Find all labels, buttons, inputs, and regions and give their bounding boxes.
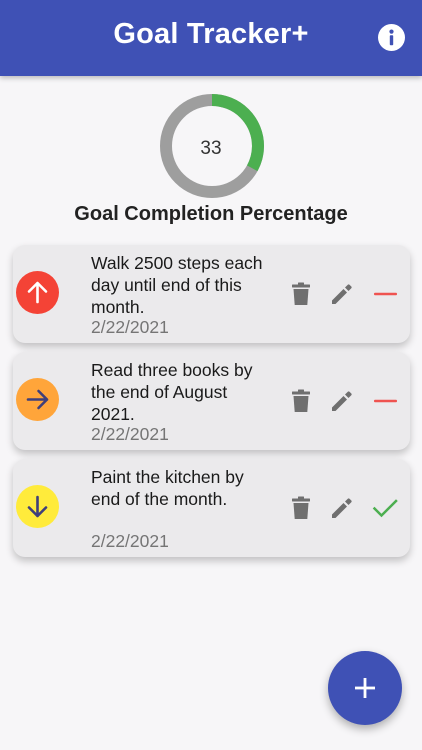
goal-date: 2/22/2021 bbox=[91, 317, 169, 337]
status-toggle[interactable] bbox=[372, 281, 398, 307]
trash-icon bbox=[292, 389, 310, 412]
priority-low-badge bbox=[16, 485, 59, 528]
goal-card[interactable]: Read three books by the end of August 20… bbox=[13, 352, 410, 450]
pencil-icon bbox=[332, 391, 352, 411]
pencil-icon bbox=[332, 498, 352, 518]
completion-value: 33 bbox=[200, 138, 222, 159]
info-icon bbox=[389, 29, 394, 46]
pencil-icon bbox=[332, 284, 352, 304]
priority-high-badge bbox=[16, 271, 59, 314]
arrow-up-icon bbox=[27, 281, 48, 304]
app-title: Goal Tracker+ bbox=[113, 18, 309, 50]
minus-icon bbox=[374, 399, 397, 403]
edit-button[interactable] bbox=[329, 388, 355, 414]
delete-button[interactable] bbox=[288, 281, 314, 307]
goal-text: Paint the kitchen by end of the month. bbox=[91, 467, 244, 509]
delete-button[interactable] bbox=[288, 495, 314, 521]
app-bar: Goal Tracker+ bbox=[0, 0, 422, 76]
goal-text: Walk 2500 steps each day until end of th… bbox=[91, 253, 263, 317]
trash-icon bbox=[292, 496, 310, 519]
arrow-right-icon bbox=[26, 389, 49, 410]
info-button[interactable] bbox=[378, 24, 405, 51]
plus-icon bbox=[355, 678, 375, 698]
goal-date: 2/22/2021 bbox=[91, 424, 169, 444]
delete-button[interactable] bbox=[288, 388, 314, 414]
goal-card[interactable]: Walk 2500 steps each day until end of th… bbox=[13, 245, 410, 343]
goal-text: Read three books by the end of August 20… bbox=[91, 360, 253, 424]
minus-icon bbox=[374, 292, 397, 296]
status-toggle[interactable] bbox=[372, 388, 398, 414]
check-icon bbox=[372, 499, 398, 518]
completion-label: Goal Completion Percentage bbox=[74, 203, 348, 225]
status-toggle[interactable] bbox=[372, 495, 398, 521]
edit-button[interactable] bbox=[329, 281, 355, 307]
goal-card[interactable]: Paint the kitchen by end of the month. 2… bbox=[13, 459, 410, 557]
trash-icon bbox=[292, 282, 310, 305]
edit-button[interactable] bbox=[329, 495, 355, 521]
priority-medium-badge bbox=[16, 378, 59, 421]
goal-date: 2/22/2021 bbox=[91, 531, 169, 551]
add-goal-button[interactable] bbox=[328, 651, 402, 725]
arrow-down-icon bbox=[27, 495, 48, 518]
